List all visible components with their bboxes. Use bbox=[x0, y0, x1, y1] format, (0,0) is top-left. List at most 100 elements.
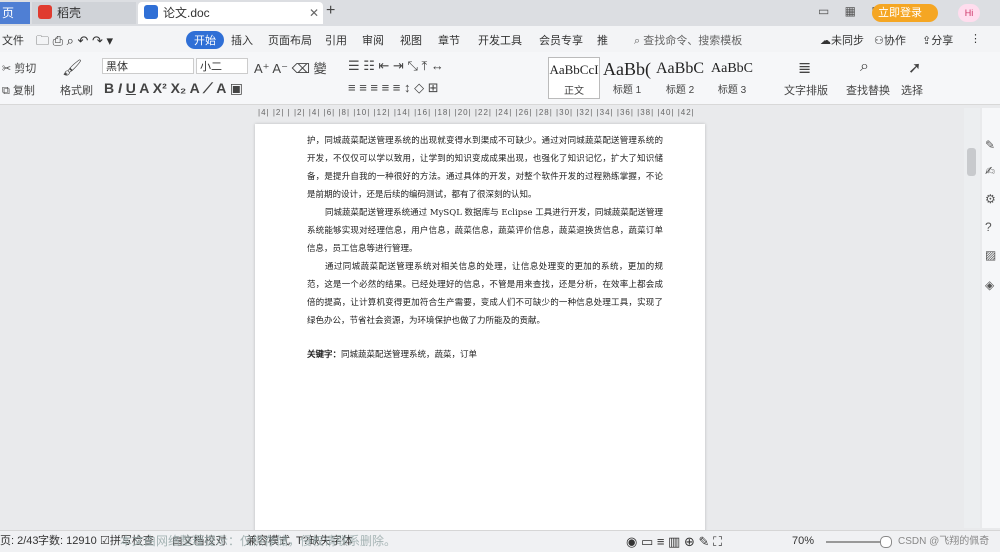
font-size-value: 小二 bbox=[200, 61, 222, 73]
copyright-overlay: 本文由网络整理提示：仅供存储，侵权请联系删除。 bbox=[120, 534, 397, 548]
style-heading-2-label: 标题 2 bbox=[665, 85, 695, 96]
edit-icon[interactable]: ✍ bbox=[985, 164, 995, 178]
tab-document[interactable]: 论文.doc ✕ bbox=[138, 2, 323, 24]
side-panel: ✎ ✍ ⚙ ? ▨ ◈ bbox=[982, 108, 1000, 528]
ribbon-tab-reference[interactable]: 引用 bbox=[325, 32, 347, 48]
location-icon[interactable]: ◈ bbox=[985, 278, 994, 292]
text-layout-icon: ≣ bbox=[798, 60, 812, 77]
new-tab-button[interactable]: + bbox=[326, 2, 335, 20]
cloud-icon: ☁ bbox=[820, 35, 831, 47]
style-normal[interactable]: AaBbCcI 正文 bbox=[548, 57, 600, 99]
copy-label: 复制 bbox=[12, 85, 35, 97]
ribbon-tab-developer[interactable]: 开发工具 bbox=[478, 32, 522, 48]
pen-icon[interactable]: ✎ bbox=[985, 138, 995, 152]
ribbon-tab-chapter[interactable]: 章节 bbox=[438, 32, 460, 48]
style-heading-1-label: 标题 1 bbox=[612, 85, 642, 96]
zoom-level[interactable]: 70% bbox=[792, 531, 814, 552]
zoom-slider-knob[interactable] bbox=[880, 536, 892, 548]
cut-label: 剪切 bbox=[14, 63, 37, 75]
tab-document-label: 论文.doc bbox=[163, 6, 210, 20]
scissors-icon: ✂ bbox=[2, 63, 15, 75]
home-toolbar: ✂ 剪切 ⧉ 复制 🖌 格式刷 黑体 小二 A⁺ A⁻ ⌫ 變 B I U A … bbox=[0, 52, 1000, 105]
style-normal-label: 正文 bbox=[564, 86, 584, 97]
help-icon[interactable]: ? bbox=[985, 220, 992, 234]
ribbon-tabs: 文件 🗀 ⎙ ⌕ ↶ ↷ ▾ 开始 插入 页面布局 引用 审阅 视图 章节 开发… bbox=[0, 26, 1000, 52]
docer-icon bbox=[38, 5, 52, 19]
checkbox-icon: ☑ bbox=[100, 535, 110, 547]
style-heading-3-preview: AaBbC bbox=[711, 61, 753, 76]
font-grow-shrink-icons[interactable]: A⁺ A⁻ ⌫ 變 bbox=[254, 58, 327, 77]
share-icon: ⇪ bbox=[922, 35, 932, 47]
brush-icon: 🖌 bbox=[62, 60, 83, 77]
keywords-label: 关键字： bbox=[307, 350, 342, 360]
ribbon-tab-review[interactable]: 审阅 bbox=[362, 32, 384, 48]
command-search[interactable]: ⌕ 查找命令、搜索模板 bbox=[634, 32, 742, 48]
style-heading-1[interactable]: AaBb( 标题 1 bbox=[602, 57, 652, 97]
image-icon[interactable]: ▨ bbox=[985, 248, 996, 262]
ribbon-tab-more[interactable]: 推 bbox=[597, 32, 608, 48]
find-replace-button[interactable]: 查找替换 bbox=[846, 82, 890, 98]
select-button[interactable]: 选择 bbox=[901, 82, 923, 98]
login-button[interactable]: 立即登录 bbox=[872, 4, 938, 22]
keywords-line: 关键字：同城蔬菜配送管理系统，蔬菜，订单 bbox=[307, 346, 663, 364]
word-count[interactable]: 字数: 12910 bbox=[38, 531, 97, 552]
assistant-badge[interactable]: Hi bbox=[958, 4, 980, 22]
keywords-value: 同城蔬菜配送管理系统，蔬菜，订单 bbox=[341, 350, 478, 360]
vertical-scrollbar[interactable] bbox=[964, 108, 980, 528]
ribbon-tab-home[interactable]: 开始 bbox=[186, 31, 224, 49]
csdn-watermark: CSDN @飞翔的佩奇 bbox=[898, 536, 990, 547]
copy-icon: ⧉ bbox=[2, 85, 13, 97]
user-icon: ⚇ bbox=[874, 35, 884, 47]
horizontal-ruler[interactable]: |4| |2| | |2| |4| |6| |8| |10| |12| |14|… bbox=[258, 108, 702, 122]
font-name-select[interactable]: 黑体 bbox=[102, 58, 194, 74]
ribbon-tab-member[interactable]: 会员专享 bbox=[539, 32, 583, 48]
tab-home[interactable]: 页 bbox=[0, 2, 30, 24]
scroll-thumb[interactable] bbox=[967, 148, 976, 176]
close-tab-icon[interactable]: ✕ bbox=[309, 2, 319, 24]
ribbon-tab-layout[interactable]: 页面布局 bbox=[268, 32, 312, 48]
tab-docer[interactable]: 稻壳 bbox=[32, 2, 136, 24]
share-button[interactable]: ⇪分享 bbox=[922, 32, 953, 48]
ribbon-tab-view[interactable]: 视图 bbox=[400, 32, 422, 48]
settings-icon[interactable]: ⚙ bbox=[985, 192, 996, 206]
tab-docer-label: 稻壳 bbox=[57, 6, 82, 20]
zoom-slider[interactable] bbox=[826, 541, 886, 543]
sync-button[interactable]: ☁未同步 bbox=[820, 32, 864, 48]
style-heading-2-preview: AaBbC bbox=[656, 60, 704, 77]
paragraph-2: 同城蔬菜配送管理系统通过 MySQL 数据库与 Eclipse 工具进行开发，同… bbox=[307, 208, 663, 254]
ribbon-tab-insert[interactable]: 插入 bbox=[231, 32, 253, 48]
style-heading-1-preview: AaBb( bbox=[603, 59, 651, 79]
align-icons[interactable]: ≡ ≡ ≡ ≡ ≡ ↕ ◇ ⊞ bbox=[348, 80, 439, 96]
style-heading-3-label: 标题 3 bbox=[717, 85, 747, 96]
command-search-label: 查找命令、搜索模板 bbox=[643, 35, 743, 47]
login-label: 立即登录 bbox=[878, 7, 922, 19]
status-bar: 页: 2/43 字数: 12910 ☑拼写检查 ▤文档校对 兼容模式 T?缺失字… bbox=[0, 530, 1000, 552]
share-label: 分享 bbox=[931, 35, 954, 47]
assistant-badge-label: Hi bbox=[964, 8, 974, 18]
copy-button[interactable]: ⧉ 复制 bbox=[2, 82, 35, 98]
paragraph-3: 通过同城蔬菜配送管理系统对相关信息的处理，让信息处理变的更加的系统，更加的规范，… bbox=[307, 262, 663, 326]
cursor-icon: ➚ bbox=[908, 60, 922, 77]
list-icons[interactable]: ☰ ☷ ⇤ ⇥ ⤡ ⤒ ↔ bbox=[348, 58, 444, 74]
cut-button[interactable]: ✂ 剪切 bbox=[2, 60, 36, 76]
font-size-select[interactable]: 小二 bbox=[196, 58, 248, 74]
find-icon: ⌕ bbox=[860, 58, 869, 75]
style-heading-2[interactable]: AaBbC 标题 2 bbox=[655, 57, 705, 97]
view-mode-icons[interactable]: ◉ ▭ ≡ ▥ ⊕ ✎ ⛶ bbox=[626, 531, 722, 552]
style-normal-preview: AaBbCcI bbox=[549, 62, 599, 77]
font-name-value: 黑体 bbox=[106, 61, 128, 73]
collab-label: 协作 bbox=[883, 35, 906, 47]
style-heading-3[interactable]: AaBbC 标题 3 bbox=[707, 57, 757, 97]
page-indicator[interactable]: 页: 2/43 bbox=[0, 531, 39, 552]
document-page[interactable]: 护，同城蔬菜配送管理系统的出现就变得水到渠成不可缺少。通过对同城蔬菜配送管理系统… bbox=[255, 124, 705, 551]
text-format-icons[interactable]: B I U A X² X₂ A ⟋ A ▣ bbox=[104, 80, 243, 97]
ribbon-tab-file[interactable]: 文件 bbox=[2, 32, 24, 48]
paragraph-1: 护，同城蔬菜配送管理系统的出现就变得水到渠成不可缺少。通过对同城蔬菜配送管理系统… bbox=[307, 136, 663, 200]
quick-access-icons[interactable]: 🗀 ⎙ ⌕ ↶ ↷ ▾ bbox=[36, 32, 113, 54]
text-layout-button[interactable]: 文字排版 bbox=[784, 82, 828, 98]
search-icon: ⌕ bbox=[634, 35, 644, 47]
collab-button[interactable]: ⚇协作 bbox=[874, 32, 906, 48]
tab-home-label: 页 bbox=[2, 6, 15, 20]
format-painter-button[interactable]: 格式刷 bbox=[60, 82, 93, 98]
more-options-icon[interactable]: ⋮ bbox=[970, 32, 981, 45]
